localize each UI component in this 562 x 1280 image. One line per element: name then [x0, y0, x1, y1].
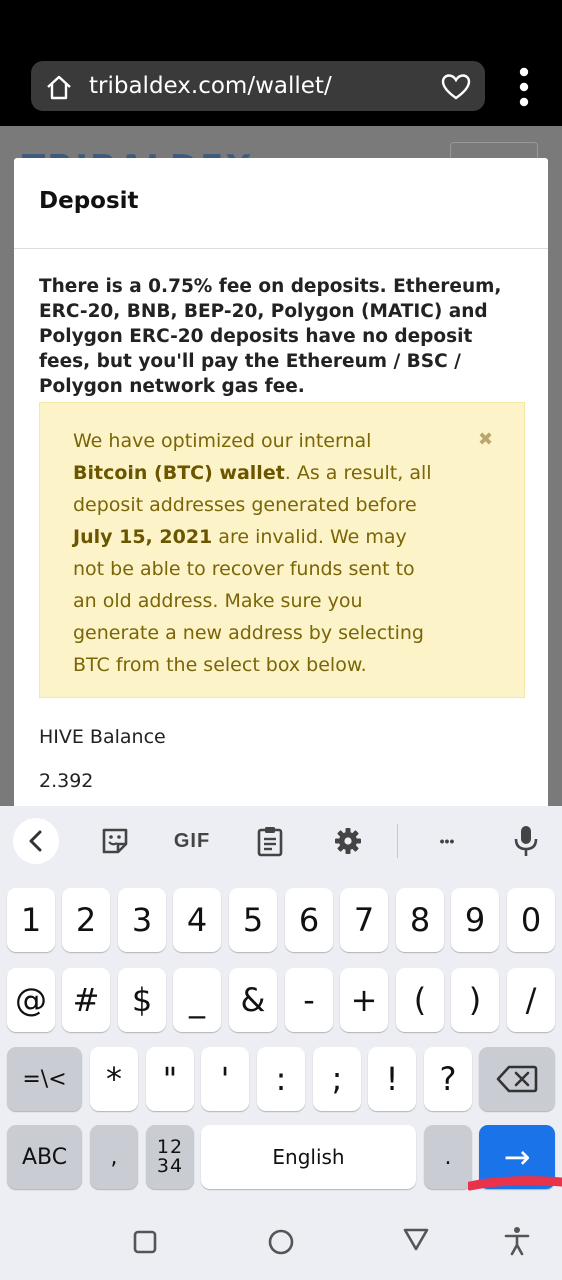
key-4[interactable]: 4: [173, 888, 221, 952]
key-5[interactable]: 5: [229, 888, 277, 952]
more-options-button[interactable]: •••: [428, 824, 466, 858]
numpad-key[interactable]: 12 34: [146, 1125, 194, 1189]
key-0[interactable]: 0: [507, 888, 555, 952]
key-close-paren[interactable]: ): [451, 968, 499, 1032]
key-dollar[interactable]: $: [118, 968, 166, 1032]
url-text[interactable]: tribaldex.com/wallet/: [89, 61, 332, 111]
keyboard-back-button[interactable]: [13, 818, 59, 864]
key-asterisk[interactable]: *: [90, 1047, 138, 1111]
key-open-paren[interactable]: (: [396, 968, 444, 1032]
microphone-icon[interactable]: [511, 824, 541, 858]
numpad-key-label: 12 34: [157, 1138, 183, 1176]
key-hash[interactable]: #: [62, 968, 110, 1032]
key-question[interactable]: ?: [424, 1047, 472, 1111]
sticker-icon[interactable]: [98, 824, 132, 858]
browser-toolbar: tribaldex.com/wallet/: [0, 0, 562, 126]
alert-text: We have optimized our internal Bitcoin (…: [73, 425, 433, 681]
toolbar-separator: [397, 824, 398, 858]
symbols-shift-key[interactable]: =\<: [7, 1047, 82, 1111]
abc-key[interactable]: ABC: [7, 1125, 82, 1189]
address-bar[interactable]: tribaldex.com/wallet/: [31, 61, 485, 111]
key-exclamation[interactable]: !: [368, 1047, 416, 1111]
key-single-quote[interactable]: ': [201, 1047, 249, 1111]
more-vertical-icon[interactable]: [512, 67, 536, 107]
modal-divider: [14, 248, 548, 249]
key-2[interactable]: 2: [62, 888, 110, 952]
key-ampersand[interactable]: &: [229, 968, 277, 1032]
keyboard-toolbar: GIF •••: [0, 806, 562, 878]
heart-icon[interactable]: [441, 73, 471, 101]
key-double-quote[interactable]: ": [146, 1047, 194, 1111]
key-8[interactable]: 8: [396, 888, 444, 952]
fee-notice: There is a 0.75% fee on deposits. Ethere…: [39, 276, 502, 397]
key-at[interactable]: @: [7, 968, 55, 1032]
gif-button[interactable]: GIF: [170, 824, 214, 858]
recents-icon[interactable]: [133, 1230, 157, 1254]
alert-text-part: We have optimized our internal: [73, 430, 372, 452]
balance-value: 2.392: [39, 770, 94, 792]
modal-title: Deposit: [39, 188, 139, 214]
deposit-modal: Deposit There is a 0.75% fee on deposits…: [14, 158, 548, 806]
home-circle-icon[interactable]: [268, 1229, 294, 1255]
btc-warning-alert: We have optimized our internal Bitcoin (…: [39, 402, 525, 698]
key-plus[interactable]: +: [340, 968, 388, 1032]
key-9[interactable]: 9: [451, 888, 499, 952]
accessibility-icon[interactable]: [504, 1226, 530, 1256]
backspace-icon: [496, 1065, 538, 1093]
key-semicolon[interactable]: ;: [313, 1047, 361, 1111]
on-screen-keyboard: GIF ••• 1 2 3 4 5 6 7 8 9 0 @ # $ _ & - …: [0, 806, 562, 1280]
back-triangle-icon[interactable]: [402, 1226, 430, 1252]
space-bar[interactable]: English: [201, 1125, 416, 1189]
gear-icon[interactable]: [333, 824, 363, 858]
key-underscore[interactable]: _: [173, 968, 221, 1032]
key-comma[interactable]: ,: [90, 1125, 138, 1189]
balance-label: HIVE Balance: [39, 726, 166, 748]
key-colon[interactable]: :: [257, 1047, 305, 1111]
alert-text-part: are invalid. We may not be able to recov…: [73, 526, 424, 676]
key-slash[interactable]: /: [507, 968, 555, 1032]
backspace-key[interactable]: [479, 1047, 555, 1111]
close-icon[interactable]: ✖: [478, 429, 493, 450]
red-swipe-mark: [468, 1176, 562, 1191]
alert-highlight-btc: Bitcoin (BTC) wallet: [73, 462, 285, 484]
key-7[interactable]: 7: [340, 888, 388, 952]
system-navigation-bar: [0, 1204, 562, 1280]
key-6[interactable]: 6: [285, 888, 333, 952]
key-minus[interactable]: -: [285, 968, 333, 1032]
alert-highlight-date: July 15, 2021: [73, 526, 213, 548]
key-1[interactable]: 1: [7, 888, 55, 952]
home-icon[interactable]: [45, 73, 73, 101]
numpad-bottom-digits: 34: [156, 1155, 184, 1177]
clipboard-icon[interactable]: [255, 824, 285, 858]
key-period[interactable]: .: [424, 1125, 472, 1189]
key-3[interactable]: 3: [118, 888, 166, 952]
chevron-left-icon: [29, 830, 42, 852]
